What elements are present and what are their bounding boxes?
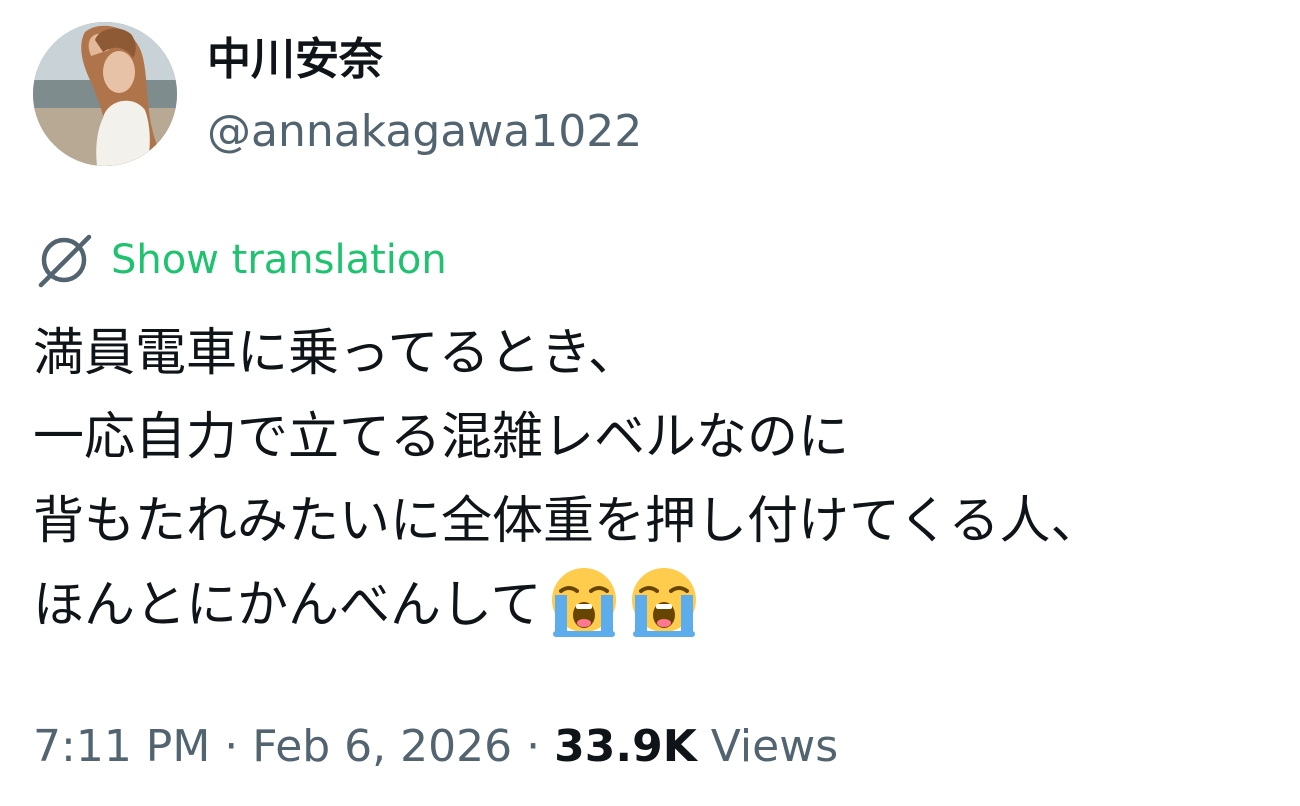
show-translation-row[interactable]: Show translation — [33, 228, 447, 292]
avatar[interactable] — [33, 22, 177, 166]
views-label[interactable]: Views — [711, 721, 838, 772]
tweet-date[interactable]: Feb 6, 2026 — [252, 721, 512, 772]
tweet-line-with-emoji: ほんとにかんべんして — [33, 564, 1295, 648]
tweet-line: ほんとにかんべんして — [33, 576, 542, 635]
meta-separator: · — [526, 721, 541, 772]
show-translation-link[interactable]: Show translation — [111, 230, 447, 290]
loudly-crying-face-icon — [547, 565, 621, 639]
tweet-text: 満員電車に乗ってるとき、 一応自力で立てる混雑レベルなのに 背もたれみたいに全体… — [33, 312, 1295, 648]
meta-separator: · — [224, 721, 239, 772]
profile-photo — [33, 22, 177, 166]
tweet-line: 満員電車に乗ってるとき、 — [33, 324, 639, 383]
tweet-line: 背もたれみたいに全体重を押し付けてくる人、 — [33, 492, 1102, 551]
tweet-meta: 7:11 PM · Feb 6, 2026 · 33.9K Views — [33, 712, 838, 782]
tweet-line: 一応自力で立てる混雑レベルなのに — [33, 408, 850, 467]
tweet-time[interactable]: 7:11 PM — [33, 721, 210, 772]
views-count[interactable]: 33.9K — [554, 721, 697, 772]
globe-slash-icon — [33, 229, 95, 291]
author-handle[interactable]: @annakagawa1022 — [207, 102, 642, 162]
loudly-crying-face-icon — [627, 565, 701, 639]
author-display-name[interactable]: 中川安奈 — [207, 30, 383, 90]
